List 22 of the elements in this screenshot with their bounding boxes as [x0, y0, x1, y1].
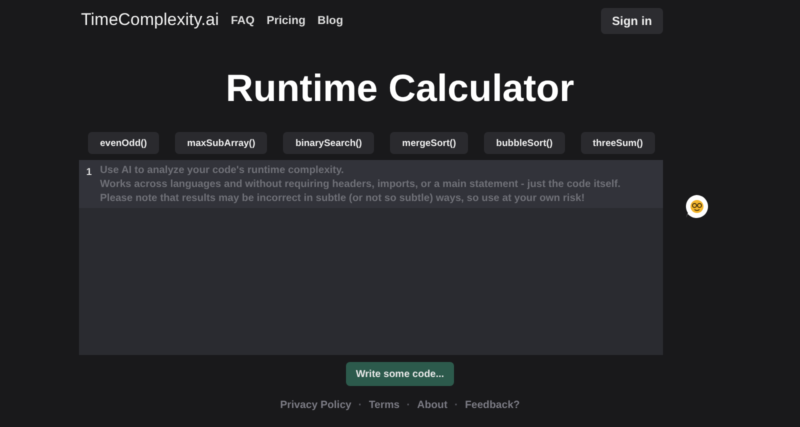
footer-link[interactable]: Feedback? — [464, 399, 520, 411]
separator: · — [406, 399, 412, 411]
example-button[interactable]: bubbleSort() — [484, 132, 565, 154]
nav-link[interactable]: Blog — [318, 15, 344, 27]
footer-link[interactable]: About — [417, 399, 448, 411]
site-logo[interactable]: TimeComplexity.ai — [81, 10, 219, 30]
footer-link[interactable]: Privacy Policy — [280, 399, 352, 411]
separator: · — [453, 399, 459, 411]
footer-link[interactable]: Terms — [368, 399, 400, 411]
line-number: 1 — [79, 160, 99, 355]
separator: · — [357, 399, 363, 411]
example-button[interactable]: mergeSort() — [390, 132, 468, 154]
nav-link[interactable]: FAQ — [230, 15, 255, 27]
example-button[interactable]: evenOdd() — [88, 132, 159, 154]
example-button[interactable]: threeSum() — [580, 132, 655, 154]
example-button[interactable]: binarySearch() — [283, 132, 374, 154]
nav-link[interactable]: Pricing — [266, 15, 306, 27]
page-title: Runtime Calculator — [224, 67, 576, 112]
example-button[interactable]: maxSubArray() — [175, 132, 268, 154]
emoji-chat-icon[interactable] — [684, 194, 709, 219]
code-input-field[interactable]: Use AI to analyze your code's runtime complexity. Works across languages and without requiring headers, imports, or a main statement - just the code itself. Please note that results may be incorrect in subtle (or not so subtle) ways, so use at your own risk! — [99, 160, 663, 355]
sign-in-button[interactable]: Sign in — [601, 8, 663, 34]
